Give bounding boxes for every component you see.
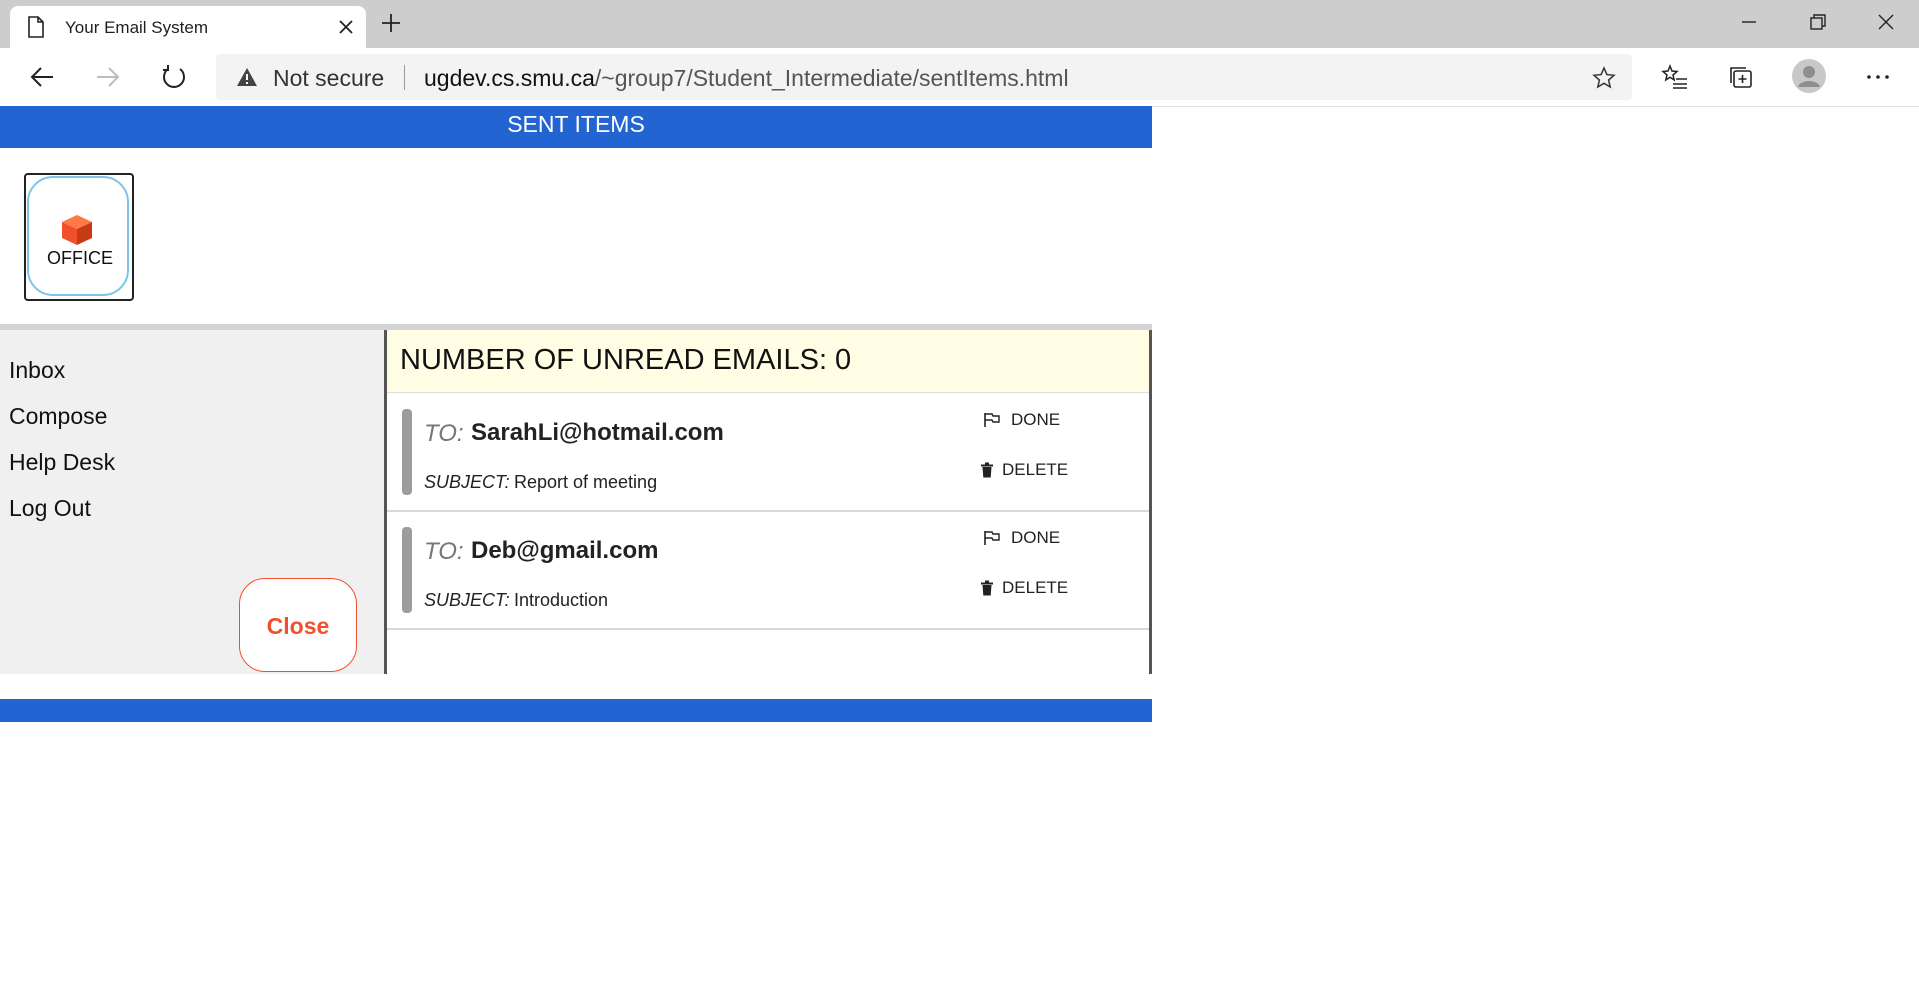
email-subject: Introduction	[514, 590, 609, 610]
browser-tab[interactable]: Your Email System	[10, 6, 366, 48]
trash-icon	[980, 580, 994, 596]
url-host: ugdev.cs.smu.ca	[424, 65, 595, 91]
tab-close-icon[interactable]	[338, 19, 354, 35]
office-label: OFFICE	[47, 248, 113, 268]
delete-label: DELETE	[1002, 460, 1069, 479]
flag-icon	[983, 530, 1001, 546]
done-label: DONE	[1011, 410, 1061, 429]
email-recipient: SarahLi@hotmail.com	[471, 419, 724, 446]
done-button[interactable]: DONE	[983, 527, 1060, 549]
window-close-icon[interactable]	[1876, 12, 1896, 32]
email-accent-bar	[402, 527, 412, 613]
unread-count-bar: NUMBER OF UNREAD EMAILS: 0	[387, 330, 1149, 393]
more-menu-icon[interactable]	[1864, 63, 1892, 91]
warning-icon[interactable]	[236, 67, 258, 87]
refresh-icon[interactable]	[160, 63, 188, 91]
browser-toolbar: Not secure ugdev.cs.smu.ca/~group7/Stude…	[0, 48, 1919, 107]
to-label: TO:	[424, 420, 464, 447]
unread-count-label: NUMBER OF UNREAD EMAILS: 0	[400, 344, 852, 376]
cube-icon	[59, 213, 95, 247]
minimize-icon[interactable]	[1739, 12, 1759, 32]
not-secure-label[interactable]: Not secure	[273, 65, 384, 92]
flag-icon	[983, 412, 1001, 428]
address-divider	[404, 65, 405, 90]
favorite-star-icon[interactable]	[1592, 66, 1616, 90]
email-recipient: Deb@gmail.com	[471, 537, 659, 564]
to-label: TO:	[424, 538, 464, 565]
sidebar-item-help-desk[interactable]: Help Desk	[9, 449, 115, 476]
delete-label: DELETE	[1002, 578, 1069, 597]
trash-icon	[980, 462, 994, 478]
forward-arrow-icon[interactable]	[94, 63, 122, 91]
delete-button[interactable]: DELETE	[980, 577, 1068, 599]
email-row[interactable]: TO: SarahLi@hotmail.com SUBJECT: Report …	[387, 392, 1149, 512]
url-text[interactable]: ugdev.cs.smu.ca/~group7/Student_Intermed…	[424, 65, 1069, 92]
office-button[interactable]: OFFICE	[24, 173, 134, 301]
done-button[interactable]: DONE	[983, 409, 1060, 431]
office-tile-border: OFFICE	[27, 176, 129, 296]
email-subject: Report of meeting	[514, 472, 658, 492]
page-title: SENT ITEMS	[507, 111, 645, 137]
email-row[interactable]: TO: Deb@gmail.com SUBJECT: Introduction …	[387, 510, 1149, 630]
address-bar[interactable]: Not secure ugdev.cs.smu.ca/~group7/Stude…	[216, 54, 1632, 100]
profile-avatar-icon[interactable]	[1792, 59, 1826, 93]
sidebar-item-compose[interactable]: Compose	[9, 403, 107, 430]
collections-icon[interactable]	[1727, 63, 1755, 91]
sent-items-panel: NUMBER OF UNREAD EMAILS: 0 TO: SarahLi@h…	[384, 330, 1152, 674]
sidebar: Inbox Compose Help Desk Log Out Close	[0, 330, 384, 674]
page-icon	[27, 16, 45, 38]
close-button[interactable]: Close	[239, 578, 357, 672]
tab-title: Your Email System	[65, 18, 208, 37]
new-tab-icon[interactable]	[380, 12, 402, 34]
browser-tab-strip: Your Email System	[0, 0, 1919, 48]
done-label: DONE	[1011, 528, 1061, 547]
subject-label: SUBJECT:	[424, 590, 510, 610]
sidebar-item-inbox[interactable]: Inbox	[9, 357, 65, 384]
back-arrow-icon[interactable]	[28, 63, 56, 91]
restore-icon[interactable]	[1808, 12, 1828, 32]
email-accent-bar	[402, 409, 412, 495]
sidebar-item-log-out[interactable]: Log Out	[9, 495, 91, 522]
delete-button[interactable]: DELETE	[980, 459, 1068, 481]
url-path: /~group7/Student_Intermediate/sentItems.…	[594, 65, 1069, 91]
subject-label: SUBJECT:	[424, 472, 510, 492]
page-footer	[0, 699, 1152, 722]
page-header: SENT ITEMS	[0, 106, 1152, 148]
favorites-list-icon[interactable]	[1661, 63, 1689, 91]
